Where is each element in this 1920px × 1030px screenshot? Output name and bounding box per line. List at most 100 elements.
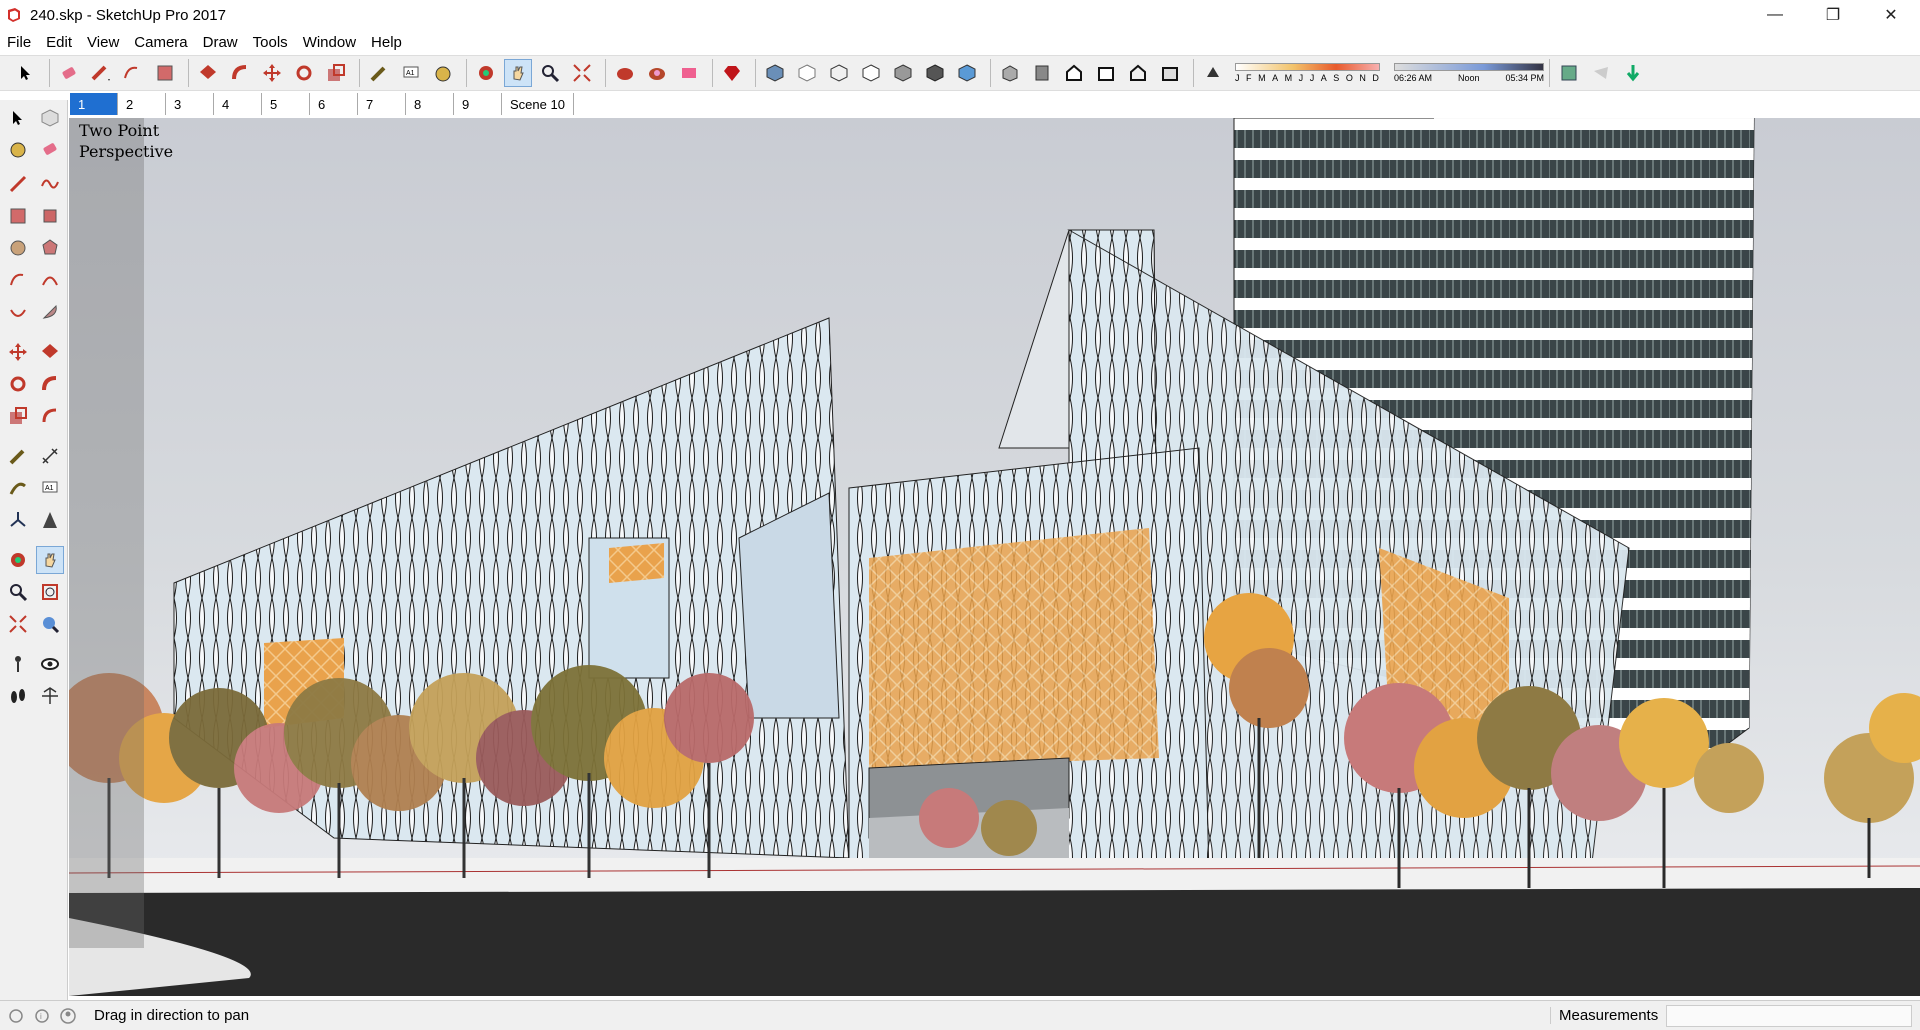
menu-tools[interactable]: Tools: [253, 34, 288, 51]
move-icon[interactable]: [258, 59, 286, 87]
close-button[interactable]: ✕: [1862, 0, 1920, 30]
circle-icon[interactable]: [4, 234, 32, 262]
menu-edit[interactable]: Edit: [46, 34, 72, 51]
select-icon[interactable]: [12, 59, 40, 87]
scene-tab-3[interactable]: 3: [166, 93, 214, 115]
geo-location-icon[interactable]: [1555, 59, 1583, 87]
zoom-extents-icon[interactable]: [568, 59, 596, 87]
pencil-icon[interactable]: [87, 59, 115, 87]
add-location-icon[interactable]: [1619, 59, 1647, 87]
shadow-time-slider[interactable]: 06:26 AM Noon 05:34 PM: [1394, 63, 1544, 83]
scene-tab-8[interactable]: 8: [406, 93, 454, 115]
restore-button[interactable]: ❐: [1804, 0, 1862, 30]
zoom-extents-icon[interactable]: [4, 610, 32, 638]
minimize-button[interactable]: —: [1746, 0, 1804, 30]
rectangle-icon[interactable]: [151, 59, 179, 87]
orbit-icon[interactable]: [472, 59, 500, 87]
iso-view-icon[interactable]: [996, 59, 1024, 87]
scene-tab-10[interactable]: Scene 10: [502, 93, 574, 115]
warehouse-icon[interactable]: [611, 59, 639, 87]
model-viewport[interactable]: Two Point Perspective: [69, 118, 1920, 996]
time-slider-track[interactable]: [1394, 63, 1544, 71]
make-component-icon[interactable]: [36, 104, 64, 132]
front-view-icon[interactable]: [1060, 59, 1088, 87]
select-icon[interactable]: [4, 104, 32, 132]
pan-icon[interactable]: [36, 546, 64, 574]
left-view-icon[interactable]: [1156, 59, 1184, 87]
walk-icon[interactable]: [4, 682, 32, 710]
position-camera-icon[interactable]: [4, 650, 32, 678]
orbit-icon[interactable]: [4, 546, 32, 574]
pan-icon[interactable]: [504, 59, 532, 87]
arc-icon[interactable]: [119, 59, 147, 87]
push-pull-icon[interactable]: [36, 338, 64, 366]
textured-style-icon[interactable]: [921, 59, 949, 87]
back-view-icon[interactable]: [1124, 59, 1152, 87]
offset-icon[interactable]: [36, 402, 64, 430]
scene-tab-7[interactable]: 7: [358, 93, 406, 115]
month-slider-track[interactable]: [1235, 63, 1380, 71]
rotate-icon[interactable]: [290, 59, 318, 87]
scene-tab-9[interactable]: 9: [454, 93, 502, 115]
scene-tab-2[interactable]: 2: [118, 93, 166, 115]
menu-camera[interactable]: Camera: [134, 34, 187, 51]
ruby-icon[interactable]: [718, 59, 746, 87]
monochrome-style-icon[interactable]: [953, 59, 981, 87]
shadows-toggle-icon[interactable]: [1199, 59, 1227, 87]
section-plane-icon[interactable]: [36, 682, 64, 710]
dimension-icon[interactable]: [36, 442, 64, 470]
photo-textures-icon[interactable]: [1587, 59, 1615, 87]
tape-measure-icon[interactable]: [4, 442, 32, 470]
protractor-icon[interactable]: [4, 474, 32, 502]
scale-icon[interactable]: [4, 402, 32, 430]
scene-tab-1[interactable]: 1: [70, 93, 118, 115]
eraser-icon[interactable]: [55, 59, 83, 87]
previous-view-icon[interactable]: [36, 610, 64, 638]
shadow-date-slider[interactable]: J F M A M J J A S O N D: [1235, 63, 1380, 83]
move-icon[interactable]: [4, 338, 32, 366]
3d-text-icon[interactable]: [36, 506, 64, 534]
axes-icon[interactable]: [4, 506, 32, 534]
xray-style-icon[interactable]: [761, 59, 789, 87]
back-edges-style-icon[interactable]: [793, 59, 821, 87]
two-point-arc-icon[interactable]: [36, 266, 64, 294]
extension-warehouse-icon[interactable]: [675, 59, 703, 87]
rotated-rectangle-icon[interactable]: [36, 202, 64, 230]
top-view-icon[interactable]: [1028, 59, 1056, 87]
line-icon[interactable]: [4, 170, 32, 198]
shaded-style-icon[interactable]: [889, 59, 917, 87]
menu-help[interactable]: Help: [371, 34, 402, 51]
right-view-icon[interactable]: [1092, 59, 1120, 87]
freehand-icon[interactable]: [36, 170, 64, 198]
scene-tab-5[interactable]: 5: [262, 93, 310, 115]
zoom-window-icon[interactable]: [36, 578, 64, 606]
text-icon[interactable]: A1: [36, 474, 64, 502]
paint-bucket-icon[interactable]: [429, 59, 457, 87]
rotate-icon[interactable]: [4, 370, 32, 398]
rectangle-icon[interactable]: [4, 202, 32, 230]
geo-location-status-icon[interactable]: [6, 1006, 26, 1026]
credits-icon[interactable]: i: [32, 1006, 52, 1026]
follow-me-icon[interactable]: [36, 370, 64, 398]
zoom-icon[interactable]: [536, 59, 564, 87]
follow-me-icon[interactable]: [226, 59, 254, 87]
wireframe-style-icon[interactable]: [825, 59, 853, 87]
text-icon[interactable]: A1: [397, 59, 425, 87]
measurements-input[interactable]: [1666, 1005, 1912, 1027]
menu-draw[interactable]: Draw: [203, 34, 238, 51]
scale-icon[interactable]: [322, 59, 350, 87]
menu-file[interactable]: File: [7, 34, 31, 51]
paint-bucket-icon[interactable]: [4, 135, 32, 163]
scene-tab-6[interactable]: 6: [310, 93, 358, 115]
account-icon[interactable]: [58, 1006, 78, 1026]
tape-measure-icon[interactable]: [365, 59, 393, 87]
menu-view[interactable]: View: [87, 34, 119, 51]
zoom-icon[interactable]: [4, 578, 32, 606]
scene-tab-4[interactable]: 4: [214, 93, 262, 115]
hidden-line-style-icon[interactable]: [857, 59, 885, 87]
three-point-arc-icon[interactable]: [4, 298, 32, 326]
arc-icon[interactable]: [4, 266, 32, 294]
push-pull-icon[interactable]: [194, 59, 222, 87]
look-around-icon[interactable]: [36, 650, 64, 678]
menu-window[interactable]: Window: [303, 34, 356, 51]
